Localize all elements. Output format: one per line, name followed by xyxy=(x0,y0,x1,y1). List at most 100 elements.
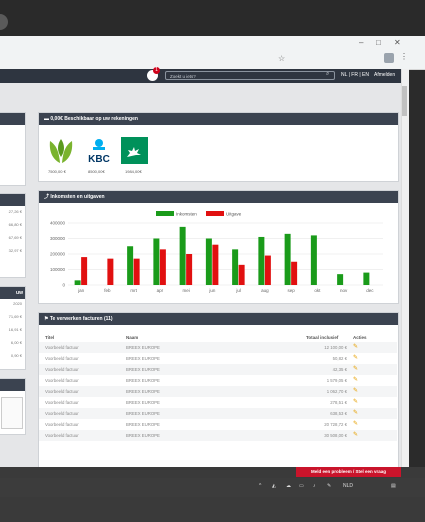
bar-uitgave xyxy=(159,249,166,285)
logout-link[interactable]: Afmelden xyxy=(374,72,395,78)
y-tick-label: 400000 xyxy=(50,221,66,226)
bar-uitgave xyxy=(212,244,219,285)
notification-badge: 1 xyxy=(153,67,160,74)
cloud-icon[interactable]: ☁ xyxy=(286,483,291,489)
text-area[interactable] xyxy=(1,397,23,429)
invoice-total: 20 728,72 € xyxy=(324,422,347,427)
bar-inkomsten xyxy=(337,274,344,285)
invoice-total: 30 508,00 € xyxy=(324,433,347,438)
x-tick-label: sep xyxy=(287,288,295,293)
edit-pencil-icon[interactable]: ✎ xyxy=(353,343,358,350)
bar-uitgave xyxy=(81,257,88,285)
left-panel-1 xyxy=(0,112,26,186)
column-header-name[interactable]: Naam xyxy=(126,335,138,340)
invoice-total: 12 100,00 € xyxy=(324,345,347,350)
left-panel-1-header xyxy=(0,113,25,125)
search-icon[interactable]: ⌕ xyxy=(326,71,329,78)
edit-pencil-icon[interactable]: ✎ xyxy=(353,354,358,361)
bar-inkomsten xyxy=(74,280,81,285)
invoice-total: 42,35 € xyxy=(332,367,347,372)
left-panel-4 xyxy=(0,378,26,435)
x-tick-label: aug xyxy=(261,288,269,293)
left-value: 27,26 € xyxy=(8,209,22,214)
x-tick-label: apr xyxy=(157,288,164,293)
edit-pencil-icon[interactable]: ✎ xyxy=(353,420,358,427)
left-value: 71,69 € xyxy=(8,314,22,319)
bank-amount: 7500,00 € xyxy=(48,169,66,174)
bar-uitgave xyxy=(186,254,193,285)
bar-uitgave xyxy=(107,258,114,285)
invoice-title: Voorbeeld factuur xyxy=(45,400,79,405)
invoice-name: BREEX EUROPE xyxy=(126,367,160,372)
invoice-total: 278,51 € xyxy=(330,400,347,405)
left-panel-3: uw 2020 71,69 € 16,91 € 6,00 € 0,90 € xyxy=(0,286,26,370)
left-value: 2020 xyxy=(13,301,22,306)
column-header-total[interactable]: Totaal inclusief xyxy=(306,335,338,340)
close-window-button[interactable]: ✕ xyxy=(394,38,401,47)
invoice-name: BREEX EUROPE xyxy=(126,378,160,383)
bar-inkomsten xyxy=(205,238,212,285)
bar-inkomsten xyxy=(284,233,291,285)
volume-icon[interactable]: ♪ xyxy=(313,483,316,489)
tray-app-icon[interactable]: ◭ xyxy=(272,483,276,489)
edit-pencil-icon[interactable]: ✎ xyxy=(353,431,358,438)
invoice-name: BREEX EUROPE xyxy=(126,356,160,361)
bar-uitgave xyxy=(238,264,245,285)
bar-inkomsten xyxy=(179,226,186,285)
invoice-title: Voorbeeld factuur xyxy=(45,378,79,383)
bar-uitgave xyxy=(133,258,140,285)
star-icon[interactable]: ☆ xyxy=(278,54,285,63)
invoice-title: Voorbeeld factuur xyxy=(45,367,79,372)
left-value: 0,90 € xyxy=(10,353,22,358)
bank-panel-header: ▬ 0,00€ Beschikbaar op uw rekeningen xyxy=(39,113,398,125)
bank-amount: 1984,00€ xyxy=(125,169,142,174)
tray-chevron-icon[interactable]: ^ xyxy=(259,483,261,489)
y-tick-label: 100000 xyxy=(50,267,66,272)
report-problem-button[interactable]: Meld een probleem / Stel een vraag xyxy=(296,467,401,477)
column-header-actions: Acties xyxy=(353,335,367,340)
x-tick-label: jun xyxy=(208,288,216,293)
left-value: 16,91 € xyxy=(8,327,22,332)
scrollbar[interactable] xyxy=(401,69,409,467)
minimize-button[interactable]: – xyxy=(359,38,363,47)
maximize-button[interactable]: □ xyxy=(376,38,381,47)
edit-pencil-icon[interactable]: ✎ xyxy=(353,409,358,416)
scrollbar-thumb[interactable] xyxy=(402,86,407,116)
legend-swatch xyxy=(156,211,174,216)
bar-inkomsten xyxy=(232,249,239,285)
edit-pencil-icon[interactable]: ✎ xyxy=(353,387,358,394)
extension-icon[interactable] xyxy=(384,53,394,63)
search-input[interactable]: Zoekt u iets? xyxy=(165,71,335,80)
invoice-name: BREEX EUROPE xyxy=(126,389,160,394)
left-value: 32,97 € xyxy=(8,248,22,253)
left-panel-2: 27,26 € 66,80 € 67,69 € 32,97 € xyxy=(0,193,26,278)
x-tick-label: dec xyxy=(366,288,374,293)
language-switcher[interactable]: NL | FR | EN xyxy=(341,72,369,78)
pen-icon[interactable]: ✎ xyxy=(327,483,331,489)
left-panel-3-header: uw xyxy=(0,287,25,299)
x-tick-label: feb xyxy=(104,288,111,293)
x-tick-label: jul xyxy=(235,288,241,293)
notification-center-icon[interactable]: ▤ xyxy=(391,483,396,489)
column-header-title[interactable]: Titel xyxy=(45,335,54,340)
invoice-total: 638,53 € xyxy=(330,411,347,416)
invoice-total: 50,82 € xyxy=(332,356,347,361)
invoice-total: 1 062,70 € xyxy=(326,389,347,394)
x-tick-label: nov xyxy=(340,288,348,293)
invoice-title: Voorbeeld factuur xyxy=(45,389,79,394)
language-indicator[interactable]: NLD xyxy=(343,483,353,489)
taskbar xyxy=(0,478,425,497)
invoice-name: BREEX EUROPE xyxy=(126,422,160,427)
network-icon[interactable]: ▭ xyxy=(299,483,304,489)
invoice-name: BREEX EUROPE xyxy=(126,433,160,438)
edit-pencil-icon[interactable]: ✎ xyxy=(353,398,358,405)
x-tick-label: mei xyxy=(182,288,189,293)
browser-menu-icon[interactable]: ⋮ xyxy=(400,52,408,61)
y-tick-label: 200000 xyxy=(50,252,66,257)
edit-pencil-icon[interactable]: ✎ xyxy=(353,376,358,383)
chart-panel-header: ⤴ Inkomsten en uitgaven xyxy=(39,191,398,203)
invoice-name: BREEX EUROPE xyxy=(126,345,160,350)
legend-label: Inkomsten xyxy=(176,212,197,217)
x-tick-label: mrt xyxy=(130,288,137,293)
edit-pencil-icon[interactable]: ✎ xyxy=(353,365,358,372)
